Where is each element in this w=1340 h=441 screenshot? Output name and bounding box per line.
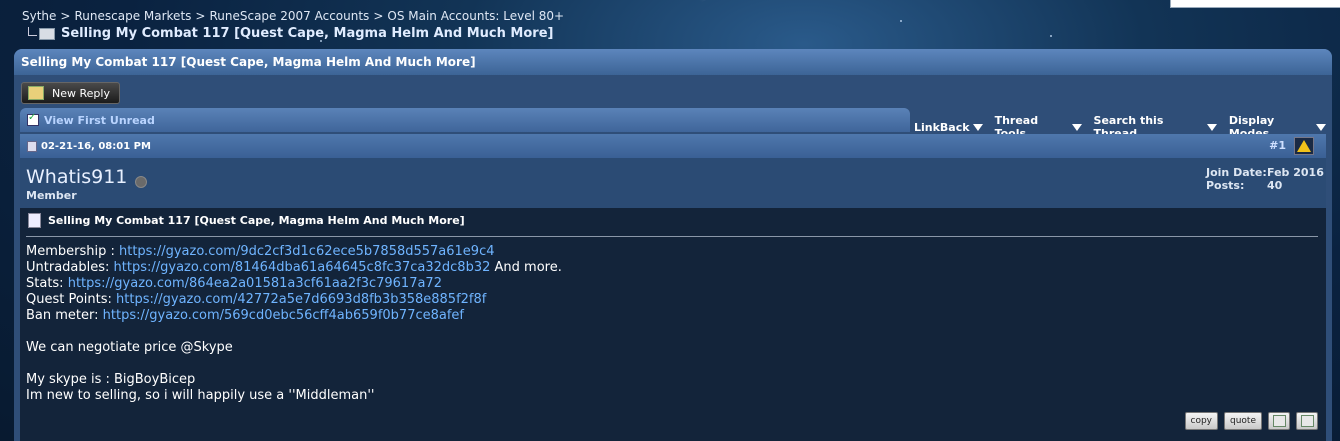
user-title: Member	[26, 189, 77, 202]
line-label: Ban meter:	[26, 308, 103, 323]
divider	[26, 236, 1318, 237]
breadcrumb-item-sythe[interactable]: Sythe	[22, 9, 56, 23]
membership-line: Membership : https://gyazo.com/9dc2cf3d1…	[26, 244, 562, 260]
chevron-down-icon	[1206, 123, 1217, 131]
checkbox-icon	[27, 112, 39, 126]
post-title: Selling My Combat 117 [Quest Cape, Magma…	[28, 213, 465, 228]
join-date-label: Join Date:	[1206, 166, 1267, 179]
multiquote-icon	[1272, 415, 1286, 427]
line-label: Untradables:	[26, 260, 114, 275]
quest-points-link[interactable]: https://gyazo.com/42772a5e7d6693d8fb3b35…	[116, 292, 486, 307]
untradables-link[interactable]: https://gyazo.com/81464dba61a64645c8fc37…	[114, 260, 491, 275]
quick-reply-button[interactable]	[1296, 412, 1318, 430]
post-body: Selling My Combat 117 [Quest Cape, Magma…	[20, 208, 1326, 441]
shooting-star-decoration	[699, 0, 825, 3]
post-action-buttons: copy quote	[1184, 412, 1318, 430]
offline-status-icon	[135, 176, 147, 188]
untradables-line: Untradables: https://gyazo.com/81464dba6…	[26, 260, 562, 276]
user-stats: Join Date: Feb 2016 Posts: 40	[1206, 166, 1324, 192]
quest-points-line: Quest Points: https://gyazo.com/42772a5e…	[26, 292, 562, 308]
username-link[interactable]: Whatis911	[26, 166, 127, 188]
chevron-down-icon	[1316, 123, 1326, 131]
join-date-value: Feb 2016	[1267, 166, 1324, 179]
post-date: 02-21-16, 08:01 PM	[41, 140, 151, 152]
post-content: Membership : https://gyazo.com/9dc2cf3d1…	[26, 244, 562, 404]
breadcrumb-separator: >	[195, 9, 206, 23]
new-reply-icon	[28, 86, 44, 100]
line-suffix: And more.	[490, 260, 562, 275]
thread-toolbar: View First Unread LinkBack Thread Tools …	[20, 108, 1326, 140]
breadcrumb-item-os-main-accounts[interactable]: OS Main Accounts: Level 80+	[387, 9, 564, 23]
star-decoration	[1050, 35, 1052, 37]
view-first-unread-link[interactable]: View First Unread	[20, 108, 910, 132]
line-label: Quest Points:	[26, 292, 117, 307]
warning-triangle-icon	[1297, 140, 1311, 152]
breadcrumb: Sythe > Runescape Markets > RuneScape 2007 A…	[22, 9, 564, 23]
report-button[interactable]	[1294, 137, 1314, 155]
new-reply-label: New Reply	[52, 86, 110, 100]
thread-title-bar: Selling My Combat 117 [Quest Cape, Magma…	[14, 49, 1332, 75]
breadcrumb-item-rs2007-accounts[interactable]: RuneScape 2007 Accounts	[209, 9, 369, 23]
multiquote-button[interactable]	[1268, 412, 1290, 430]
posts-value: 40	[1267, 179, 1283, 192]
stats-link[interactable]: https://gyazo.com/864ea2a01581a3cf61aa2f…	[68, 276, 442, 291]
stats-line: Stats: https://gyazo.com/864ea2a01581a3c…	[26, 276, 562, 292]
post-date-icon	[27, 140, 37, 152]
linkback-label: LinkBack	[914, 120, 970, 134]
tree-line-icon	[28, 27, 37, 36]
ban-meter-line: Ban meter: https://gyazo.com/569cd0ebc56…	[26, 308, 562, 324]
skype-line: My skype is : BigBoyBicep	[26, 372, 196, 387]
quick-reply-icon	[1300, 415, 1314, 427]
user-info-bar: Whatis911 Member Join Date: Feb 2016 Post…	[20, 158, 1326, 208]
star-decoration	[900, 20, 902, 22]
membership-link[interactable]: https://gyazo.com/9dc2cf3d1c62ece5b7858d…	[119, 244, 495, 259]
breadcrumb-item-runescape-markets[interactable]: Runescape Markets	[74, 9, 191, 23]
chevron-down-icon	[972, 123, 983, 131]
breadcrumb-thread-title: Selling My Combat 117 [Quest Cape, Magma…	[61, 26, 554, 41]
breadcrumb-thread: Selling My Combat 117 [Quest Cape, Magma…	[28, 26, 553, 41]
middleman-line: Im new to selling, so i will happily use…	[26, 388, 375, 403]
post-number-link[interactable]: #1	[1269, 139, 1286, 152]
new-reply-button[interactable]: New Reply	[21, 82, 120, 104]
line-label: Membership :	[26, 244, 119, 259]
document-icon	[28, 213, 41, 228]
chevron-down-icon	[1071, 123, 1082, 131]
breadcrumb-separator: >	[60, 9, 71, 23]
breadcrumb-separator: >	[373, 9, 384, 23]
ban-meter-link[interactable]: https://gyazo.com/569cd0ebc56cff4ab659f0…	[103, 308, 464, 323]
login-field[interactable]	[1170, 0, 1340, 8]
copy-button[interactable]: copy	[1184, 412, 1218, 430]
quote-button[interactable]: quote	[1224, 412, 1262, 430]
posts-label: Posts:	[1206, 179, 1245, 192]
negotiate-line: We can negotiate price @Skype	[26, 340, 233, 355]
post-header: 02-21-16, 08:01 PM #1	[20, 134, 1326, 158]
line-label: Stats:	[26, 276, 68, 291]
view-first-unread-label: View First Unread	[44, 113, 155, 127]
folder-icon	[39, 27, 55, 40]
post-title-text: Selling My Combat 117 [Quest Cape, Magma…	[48, 214, 465, 227]
